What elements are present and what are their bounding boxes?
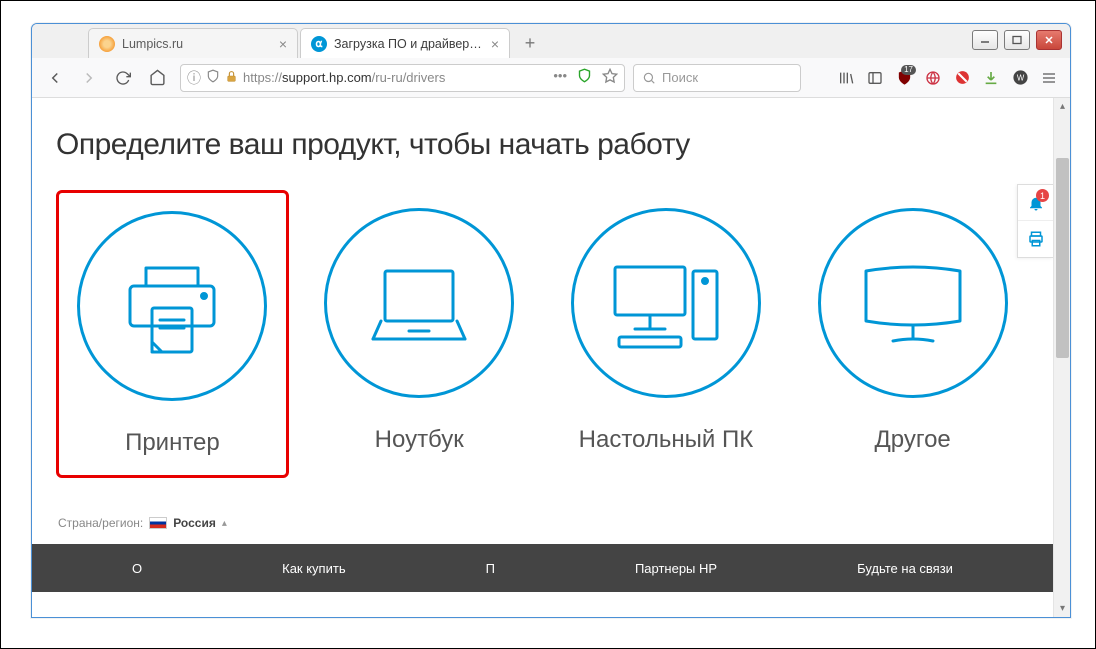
nav-toolbar: ⓘ https://support.hp.com/ru-ru/drivers •…: [32, 58, 1070, 98]
sidebar-icon[interactable]: [862, 64, 888, 92]
tab-title: Lumpics.ru: [122, 37, 270, 51]
bookmark-star-icon[interactable]: [602, 68, 618, 87]
extension-globe-icon[interactable]: [920, 64, 946, 92]
browser-window: Lumpics.ru × ⍺ Загрузка ПО и драйверов H…: [31, 23, 1071, 618]
footer-link[interactable]: Партнеры HP: [635, 561, 717, 576]
product-label: Принтер: [67, 429, 278, 457]
window-controls: [972, 30, 1062, 50]
product-tile-other[interactable]: Другое: [796, 190, 1029, 478]
footer-link[interactable]: О: [132, 561, 142, 576]
maximize-button[interactable]: [1004, 30, 1030, 50]
printer-icon: [77, 211, 267, 401]
tab-strip: Lumpics.ru × ⍺ Загрузка ПО и драйверов H…: [32, 24, 1070, 58]
ublock-icon[interactable]: 17: [891, 64, 917, 92]
library-icon[interactable]: [833, 64, 859, 92]
tracking-shield-icon[interactable]: [577, 68, 592, 87]
side-panel: 1: [1017, 184, 1053, 258]
region-name: Россия: [173, 516, 216, 530]
footer-nav: О Как купить П Партнеры HP Будьте на свя…: [32, 544, 1053, 592]
back-button[interactable]: [40, 63, 70, 93]
lock-icon[interactable]: [225, 70, 238, 86]
close-tab-icon[interactable]: ×: [277, 36, 289, 52]
new-tab-button[interactable]: +: [516, 30, 544, 56]
scrollbar-thumb[interactable]: [1056, 158, 1069, 358]
page-viewport: ▴ ▾ 1 Определите ваш продукт, чтобы нача…: [32, 98, 1070, 617]
tab-title: Загрузка ПО и драйверов HP: [334, 37, 482, 51]
region-selector[interactable]: Страна/регион: Россия ▴: [56, 516, 1029, 530]
download-icon[interactable]: [978, 64, 1004, 92]
tab-hp-drivers[interactable]: ⍺ Загрузка ПО и драйверов HP ×: [300, 28, 510, 58]
shield-icon[interactable]: [206, 69, 220, 86]
flag-russia-icon: [149, 517, 167, 529]
product-tile-printer[interactable]: Принтер: [56, 190, 289, 478]
product-tile-desktop[interactable]: Настольный ПК: [550, 190, 783, 478]
favicon-icon: [99, 36, 115, 52]
toolbar-extension-icons: 17 W: [833, 64, 1062, 92]
tab-lumpics[interactable]: Lumpics.ru ×: [88, 28, 298, 58]
product-label: Настольный ПК: [558, 426, 775, 454]
notifications-button[interactable]: 1: [1018, 185, 1053, 221]
page-actions-icon[interactable]: •••: [553, 68, 567, 87]
menu-button[interactable]: [1036, 64, 1062, 92]
print-button[interactable]: [1018, 221, 1053, 257]
region-label: Страна/регион:: [58, 516, 143, 530]
footer-link[interactable]: Как купить: [282, 561, 345, 576]
search-icon: [642, 71, 656, 85]
desktop-icon: [571, 208, 761, 398]
favicon-hp-icon: ⍺: [311, 36, 327, 52]
info-icon[interactable]: ⓘ: [187, 68, 201, 88]
product-grid: Принтер Ноутбук: [56, 190, 1029, 478]
home-button[interactable]: [142, 63, 172, 93]
ublock-badge: 17: [901, 65, 916, 75]
vertical-scrollbar[interactable]: ▴ ▾: [1053, 98, 1070, 617]
product-label: Ноутбук: [311, 426, 528, 454]
search-bar[interactable]: Поиск: [633, 64, 801, 92]
laptop-icon: [324, 208, 514, 398]
minimize-button[interactable]: [972, 30, 998, 50]
close-window-button[interactable]: [1036, 30, 1062, 50]
footer-link[interactable]: Будьте на связи: [857, 561, 953, 576]
forward-button[interactable]: [74, 63, 104, 93]
monitor-icon: [818, 208, 1008, 398]
page-content: Определите ваш продукт, чтобы начать раб…: [32, 98, 1053, 592]
extension-bug-icon[interactable]: [949, 64, 975, 92]
scroll-down-icon[interactable]: ▾: [1054, 600, 1070, 617]
reload-button[interactable]: [108, 63, 138, 93]
close-tab-icon[interactable]: ×: [489, 36, 501, 52]
search-placeholder: Поиск: [662, 70, 698, 85]
product-label: Другое: [804, 426, 1021, 454]
footer-link[interactable]: П: [486, 561, 495, 576]
scroll-up-icon[interactable]: ▴: [1054, 98, 1070, 115]
url-actions: •••: [553, 68, 618, 87]
product-tile-laptop[interactable]: Ноутбук: [303, 190, 536, 478]
url-text: https://support.hp.com/ru-ru/drivers: [243, 70, 548, 85]
page-title: Определите ваш продукт, чтобы начать раб…: [56, 128, 1029, 162]
extension-w-icon[interactable]: W: [1007, 64, 1033, 92]
url-bar[interactable]: ⓘ https://support.hp.com/ru-ru/drivers •…: [180, 64, 625, 92]
notif-badge: 1: [1036, 189, 1049, 202]
svg-text:W: W: [1016, 73, 1024, 82]
chevron-up-icon: ▴: [222, 518, 227, 529]
